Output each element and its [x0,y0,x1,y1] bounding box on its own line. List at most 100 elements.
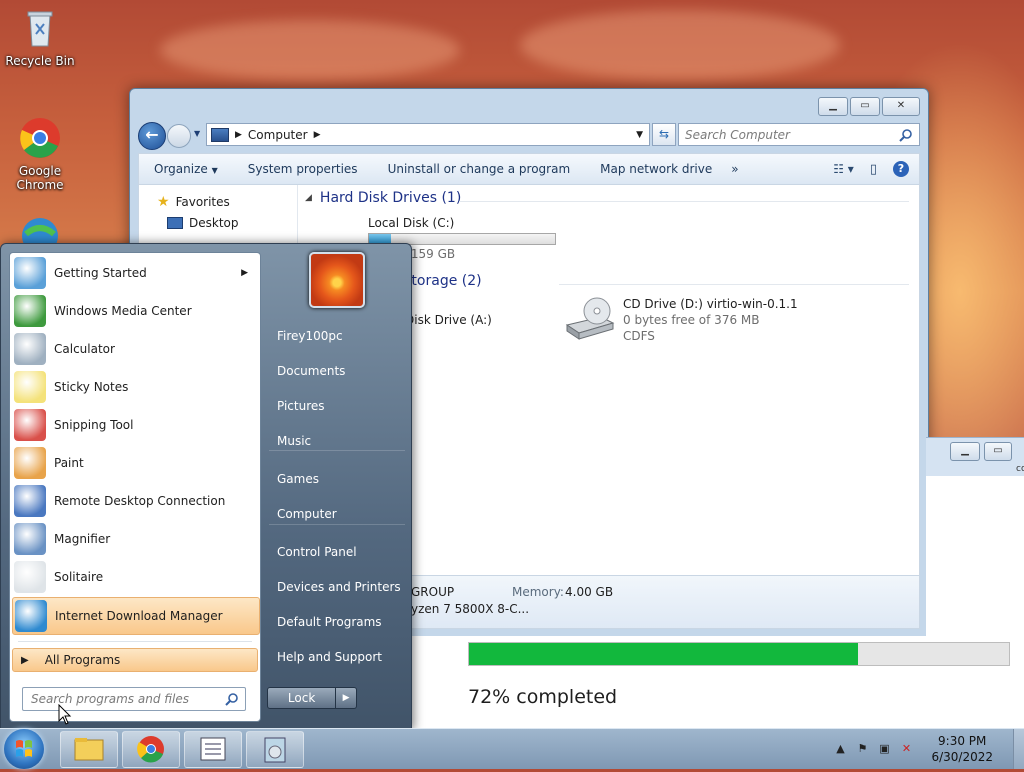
user-avatar[interactable] [309,252,365,308]
clock-time: 9:30 PM [938,734,987,748]
floppy-drive-name[interactable]: Disk Drive (A:) [405,313,492,327]
start-place-firey100pc[interactable]: Firey100pc [269,320,405,352]
help-icon[interactable]: ? [893,161,909,177]
clock-date: 6/30/2022 [931,750,993,764]
snipping-tool-icon [14,409,46,441]
download-maximize-button[interactable]: ▭ [984,442,1012,461]
network-icon[interactable]: ▣ [877,742,891,756]
magnifier-icon [14,523,46,555]
clock[interactable]: 9:30 PM 6/30/2022 [917,733,1013,765]
download-minimize-button[interactable]: ▁ [950,442,980,461]
cd-drive-fs: CDFS [623,329,655,343]
start-program-idm[interactable]: Internet Download Manager [12,597,260,635]
start-button[interactable] [4,729,44,769]
show-desktop-button[interactable] [1013,729,1024,769]
close-button[interactable]: ✕ [882,97,920,116]
start-menu-separator [269,524,405,525]
folder-icon [74,738,104,761]
start-place-help-and-support[interactable]: Help and Support [269,641,405,673]
start-place-default-programs[interactable]: Default Programs [269,606,405,638]
processor-value: yzen 7 5800X 8-C... [411,602,530,616]
search-icon [899,128,912,142]
breadcrumb-computer[interactable]: Computer [248,128,308,142]
media-center-icon [14,295,46,327]
system-tray: ▲ ⚑ ▣ ✕ 9:30 PM 6/30/2022 [829,729,1024,769]
refresh-button[interactable]: ⇆ [652,123,676,146]
uninstall-program-button[interactable]: Uninstall or change a program [373,162,586,176]
start-program-label: Windows Media Center [54,304,192,318]
minimize-button[interactable]: ▁ [818,97,848,116]
start-place-games[interactable]: Games [269,463,405,495]
start-program-snipping-tool[interactable]: Snipping Tool [12,407,258,443]
address-row: ← ▼ ▶ Computer ▶ ▼ ⇆ Search Computer [138,122,920,150]
desktop-folder-icon [167,217,183,229]
search-icon [225,693,238,706]
hdd-section-header[interactable]: ◢ Hard Disk Drives (1) [305,190,461,206]
breadcrumb-chevron-icon[interactable]: ▶ [314,130,321,140]
show-hidden-icons-button[interactable]: ▲ [833,742,847,756]
nav-desktop[interactable]: Desktop [167,216,239,230]
paint-icon [14,447,46,479]
address-bar[interactable]: ▶ Computer ▶ ▼ [206,123,650,146]
cloud [520,10,840,80]
organize-button[interactable]: Organize ▼ [139,162,233,176]
local-disk-name[interactable]: Local Disk (C:) [368,216,454,230]
shutdown-options-button[interactable]: ▶ [336,687,357,709]
back-button[interactable]: ← [138,122,166,150]
more-commands-button[interactable]: » [727,162,742,176]
taskbar-task-list[interactable] [184,731,242,768]
all-programs-button[interactable]: ▶ All Programs [12,648,258,672]
desktop-icon-chrome[interactable]: Google Chrome [0,116,80,192]
memory-label: Memory: [512,585,564,599]
computer-icon [211,127,229,142]
start-program-media-center[interactable]: Windows Media Center [12,293,258,329]
start-search-input[interactable]: Search programs and files [23,692,189,706]
start-program-getting-started[interactable]: Getting Started ▶ [12,255,258,291]
window-caption-buttons: ▁ ▭ ✕ [818,97,920,116]
download-progress-fill [469,643,858,665]
nav-favorites[interactable]: ★ Favorites [157,194,230,210]
start-program-sticky-notes[interactable]: Sticky Notes [12,369,258,405]
memory-value: 4.00 GB [565,585,614,599]
breadcrumb-separator-icon: ▶ [235,129,242,140]
start-place-music[interactable]: Music [269,425,405,457]
installer-icon [264,737,286,763]
windows-logo-icon [16,740,32,757]
search-input[interactable]: Search Computer [679,128,790,142]
search-box[interactable]: Search Computer [678,123,920,146]
start-program-solitaire[interactable]: Solitaire [12,559,258,595]
taskbar-installer[interactable] [246,731,304,768]
start-place-computer[interactable]: Computer [269,498,405,530]
forward-button[interactable] [167,124,191,148]
calculator-icon [14,333,46,365]
recycle-bin-icon [18,6,62,50]
start-place-control-panel[interactable]: Control Panel [269,536,405,568]
map-network-drive-button[interactable]: Map network drive [585,162,727,176]
address-dropdown-icon[interactable]: ▼ [636,130,643,140]
taskbar-chrome[interactable] [122,731,180,768]
download-window-title: co [1016,464,1024,474]
volume-muted-icon[interactable]: ✕ [899,742,913,756]
start-program-paint[interactable]: Paint [12,445,258,481]
cd-drive-name[interactable]: CD Drive (D:) virtio-win-0.1.1 [623,297,798,311]
start-program-calculator[interactable]: Calculator [12,331,258,367]
command-bar: Organize ▼ System properties Uninstall o… [138,153,920,185]
lock-button[interactable]: Lock [267,687,337,709]
start-place-documents[interactable]: Documents [269,355,405,387]
download-progress-bar [468,642,1010,666]
start-program-magnifier[interactable]: Magnifier [12,521,258,557]
preview-pane-icon[interactable]: ▯ [870,162,877,177]
chrome-icon [18,116,62,160]
taskbar-explorer[interactable] [60,731,118,768]
action-center-flag-icon[interactable]: ⚑ [855,742,869,756]
start-search-box[interactable]: Search programs and files [22,687,246,711]
system-properties-button[interactable]: System properties [233,162,373,176]
start-program-remote-desktop[interactable]: Remote Desktop Connection [12,483,258,519]
recent-pages-dropdown[interactable]: ▼ [194,129,200,138]
cd-drive-icon[interactable] [563,295,615,344]
change-view-icon[interactable]: ☷ ▾ [833,162,854,176]
desktop-icon-recycle-bin[interactable]: Recycle Bin [0,6,80,68]
start-place-devices-and-printers[interactable]: Devices and Printers [269,571,405,603]
maximize-button[interactable]: ▭ [850,97,880,116]
start-place-pictures[interactable]: Pictures [269,390,405,422]
